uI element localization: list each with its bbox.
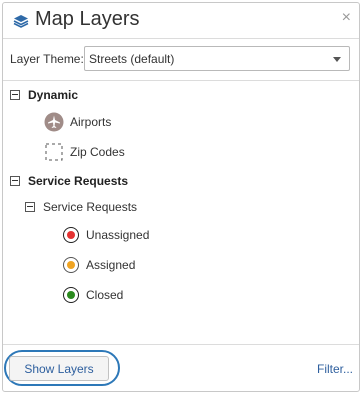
show-layers-button[interactable]: Show Layers: [9, 356, 109, 381]
collapse-toggle-icon[interactable]: [10, 90, 20, 100]
layer-item-label: Airports: [70, 115, 112, 129]
layer-item-label: Assigned: [86, 258, 136, 272]
dashed-box-icon: [45, 143, 63, 161]
layer-theme-label: Layer Theme:: [10, 52, 84, 66]
filter-link[interactable]: Filter...: [317, 362, 353, 376]
layer-tree: Dynamic Airports Zip Codes Service Reque…: [3, 80, 359, 345]
layer-item-unassigned[interactable]: Unassigned: [63, 223, 149, 247]
layer-theme-row: Layer Theme: Streets (default): [3, 38, 359, 81]
tree-subgroup-service-requests[interactable]: Service Requests: [25, 195, 137, 219]
layer-item-label: Closed: [86, 288, 124, 302]
layer-theme-select[interactable]: Streets (default): [84, 46, 350, 71]
collapse-toggle-icon[interactable]: [10, 176, 20, 186]
tree-group-service-requests[interactable]: Service Requests: [10, 169, 128, 193]
panel-header: Map Layers ×: [3, 3, 359, 38]
red-status-icon: [63, 227, 79, 243]
collapse-toggle-icon[interactable]: [25, 202, 35, 212]
layer-theme-value: Streets (default): [89, 52, 175, 66]
layer-item-label: Unassigned: [86, 228, 150, 242]
layer-item-closed[interactable]: Closed: [63, 283, 123, 307]
airplane-icon: [44, 112, 64, 132]
orange-status-icon: [63, 257, 79, 273]
layer-item-zip-codes[interactable]: Zip Codes: [44, 140, 125, 164]
chevron-down-icon: [333, 57, 341, 62]
group-label: Dynamic: [28, 88, 79, 102]
subgroup-label: Service Requests: [43, 200, 138, 214]
map-layers-panel: Map Layers × Layer Theme: Streets (defau…: [2, 2, 360, 392]
green-status-icon: [63, 287, 79, 303]
layer-item-airports[interactable]: Airports: [44, 110, 111, 134]
layer-item-label: Zip Codes: [70, 145, 125, 159]
panel-title: Map Layers: [35, 8, 140, 30]
layers-icon: [13, 15, 29, 28]
layer-item-assigned[interactable]: Assigned: [63, 253, 135, 277]
tree-group-dynamic[interactable]: Dynamic: [10, 83, 78, 107]
group-label: Service Requests: [28, 174, 129, 188]
close-button[interactable]: ×: [342, 9, 351, 27]
panel-footer: Show Layers Filter...: [3, 344, 359, 391]
